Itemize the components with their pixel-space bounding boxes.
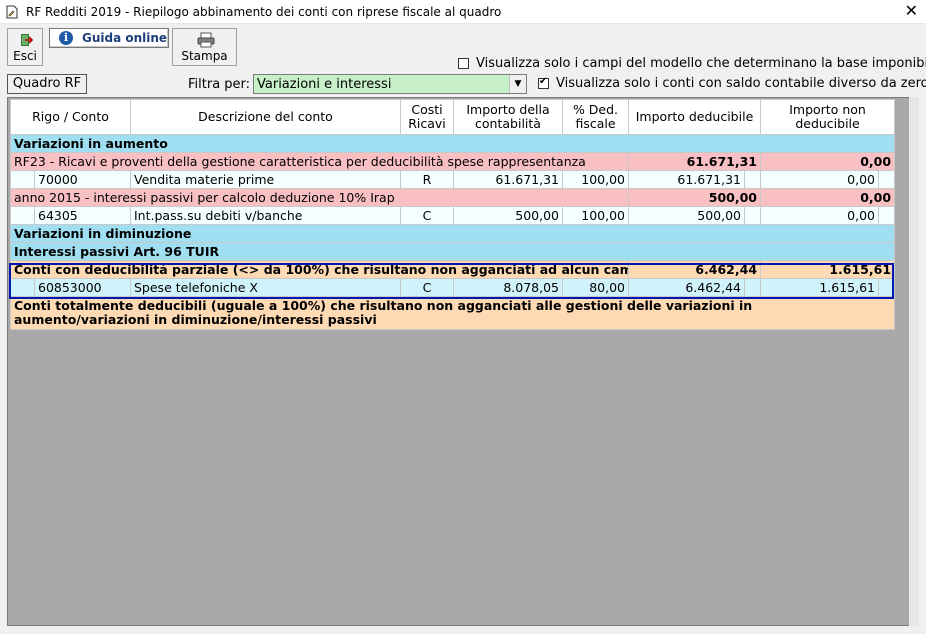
conto-descr: Spese telefoniche X bbox=[130, 278, 401, 297]
conto-perc: 100,00 bbox=[562, 206, 629, 225]
saldo-diverso-zero-label: Visualizza solo i conti con saldo contab… bbox=[556, 76, 926, 91]
conto-cr: C bbox=[400, 278, 454, 297]
rigo-anno2015-non-deducibile: 0,00 bbox=[760, 188, 896, 207]
esci-button[interactable]: Esci bbox=[7, 28, 43, 66]
conto-non-deducibile: 1.615,61 bbox=[760, 278, 880, 297]
table-row[interactable]: Interessi passivi Art. 96 TUIR bbox=[9, 242, 896, 261]
filter-dropdown[interactable]: Variazioni e interessi ▼ bbox=[253, 74, 527, 94]
table-row[interactable]: anno 2015 - interessi passivi per calcol… bbox=[10, 188, 896, 207]
guida-online-button[interactable]: i Guida online bbox=[49, 28, 169, 48]
table-row[interactable]: Conti con deducibilità parziale (<> da 1… bbox=[10, 260, 896, 279]
rigo-parziale-non-deducibile: 1.615,61 bbox=[760, 260, 896, 279]
rigo-rf23-non-deducibile: 0,00 bbox=[760, 152, 896, 171]
info-icon: i bbox=[59, 31, 73, 45]
conto-perc: 100,00 bbox=[562, 170, 629, 189]
chevron-down-icon[interactable]: ▼ bbox=[509, 75, 526, 93]
rigo-anno2015-deducibile: 500,00 bbox=[627, 188, 762, 207]
conto-code: 64305 bbox=[34, 206, 131, 225]
rigo-rf23-label: RF23 - Ricavi e proventi della gestione … bbox=[10, 152, 629, 171]
stampa-button[interactable]: Stampa bbox=[172, 28, 237, 66]
rigo-parziale-deducibile: 6.462,44 bbox=[627, 260, 762, 279]
conto-code: 60853000 bbox=[34, 278, 131, 297]
table-row[interactable]: Conti totalmente deducibili (uguale a 10… bbox=[9, 296, 896, 330]
window-title: RF Redditi 2019 - Riepilogo abbinamento … bbox=[26, 5, 502, 19]
conto-non-deducibile: 0,00 bbox=[760, 170, 880, 189]
table-row[interactable]: Variazioni in aumento bbox=[9, 134, 896, 153]
conto-perc: 80,00 bbox=[562, 278, 629, 297]
conto-importo: 8.078,05 bbox=[453, 278, 563, 297]
rigo-rf23-deducibile: 61.671,31 bbox=[627, 152, 762, 171]
table-row[interactable]: 64305 Int.pass.su debiti v/banche C 500,… bbox=[10, 206, 896, 225]
title-bar: RF Redditi 2019 - Riepilogo abbinamento … bbox=[0, 0, 926, 24]
exit-door-icon bbox=[21, 34, 33, 46]
conto-deducibile: 61.671,31 bbox=[628, 170, 745, 189]
stampa-label: Stampa bbox=[181, 49, 228, 63]
col-rigo-conto[interactable]: Rigo / Conto bbox=[10, 99, 131, 135]
conto-cr: R bbox=[400, 170, 454, 189]
conto-non-deducibile: 0,00 bbox=[760, 206, 880, 225]
table-header: Rigo / Conto Descrizione del conto Costi… bbox=[10, 99, 896, 135]
col-perc-ded-fiscale[interactable]: % Ded. fiscale bbox=[562, 99, 629, 135]
printer-icon bbox=[197, 32, 215, 48]
quadro-rf-button[interactable]: Quadro RF bbox=[7, 74, 87, 94]
col-descrizione[interactable]: Descrizione del conto bbox=[130, 99, 401, 135]
table-row[interactable]: 60853000 Spese telefoniche X C 8.078,05 … bbox=[10, 278, 896, 297]
conto-code: 70000 bbox=[34, 170, 131, 189]
conto-importo: 500,00 bbox=[453, 206, 563, 225]
section-interessi-passivi: Interessi passivi Art. 96 TUIR bbox=[9, 242, 896, 261]
conto-descr: Int.pass.su debiti v/banche bbox=[130, 206, 401, 225]
table-row[interactable]: RF23 - Ricavi e proventi della gestione … bbox=[10, 152, 896, 171]
base-imponibile-label: Visualizza solo i campi del modello che … bbox=[476, 56, 926, 71]
rigo-parziale-label: Conti con deducibilità parziale (<> da 1… bbox=[10, 260, 629, 279]
col-costi-ricavi[interactable]: Costi Ricavi bbox=[400, 99, 454, 135]
filter-label: Filtra per: bbox=[188, 77, 251, 92]
conto-deducibile: 6.462,44 bbox=[628, 278, 745, 297]
col-importo-non-deducibile[interactable]: Importo non deducibile bbox=[760, 99, 896, 135]
section-variazioni-diminuzione: Variazioni in diminuzione bbox=[9, 224, 896, 243]
conto-importo: 61.671,31 bbox=[453, 170, 563, 189]
base-imponibile-checkbox[interactable] bbox=[458, 58, 469, 69]
conto-deducibile: 500,00 bbox=[628, 206, 745, 225]
guida-online-label: Guida online bbox=[82, 31, 168, 45]
abbinamento-table: Rigo / Conto Descrizione del conto Costi… bbox=[9, 99, 896, 330]
rigo-totale-label: Conti totalmente deducibili (uguale a 10… bbox=[9, 296, 896, 330]
col-importo-contabilita[interactable]: Importo della contabilità bbox=[453, 99, 563, 135]
table-row[interactable]: Variazioni in diminuzione bbox=[9, 224, 896, 243]
close-icon[interactable]: ✕ bbox=[905, 2, 918, 20]
table-row[interactable]: 70000 Vendita materie prime R 61.671,31 … bbox=[10, 170, 896, 189]
section-variazioni-aumento: Variazioni in aumento bbox=[9, 134, 896, 153]
vertical-scrollbar[interactable] bbox=[909, 97, 919, 626]
rigo-anno2015-label: anno 2015 - interessi passivi per calcol… bbox=[10, 188, 629, 207]
col-importo-deducibile[interactable]: Importo deducibile bbox=[627, 99, 762, 135]
conto-cr: C bbox=[400, 206, 454, 225]
filter-value: Variazioni e interessi bbox=[257, 77, 392, 92]
conto-descr: Vendita materie prime bbox=[130, 170, 401, 189]
app-document-icon bbox=[6, 5, 18, 19]
esci-label: Esci bbox=[13, 49, 37, 63]
saldo-diverso-zero-checkbox[interactable] bbox=[538, 76, 549, 89]
